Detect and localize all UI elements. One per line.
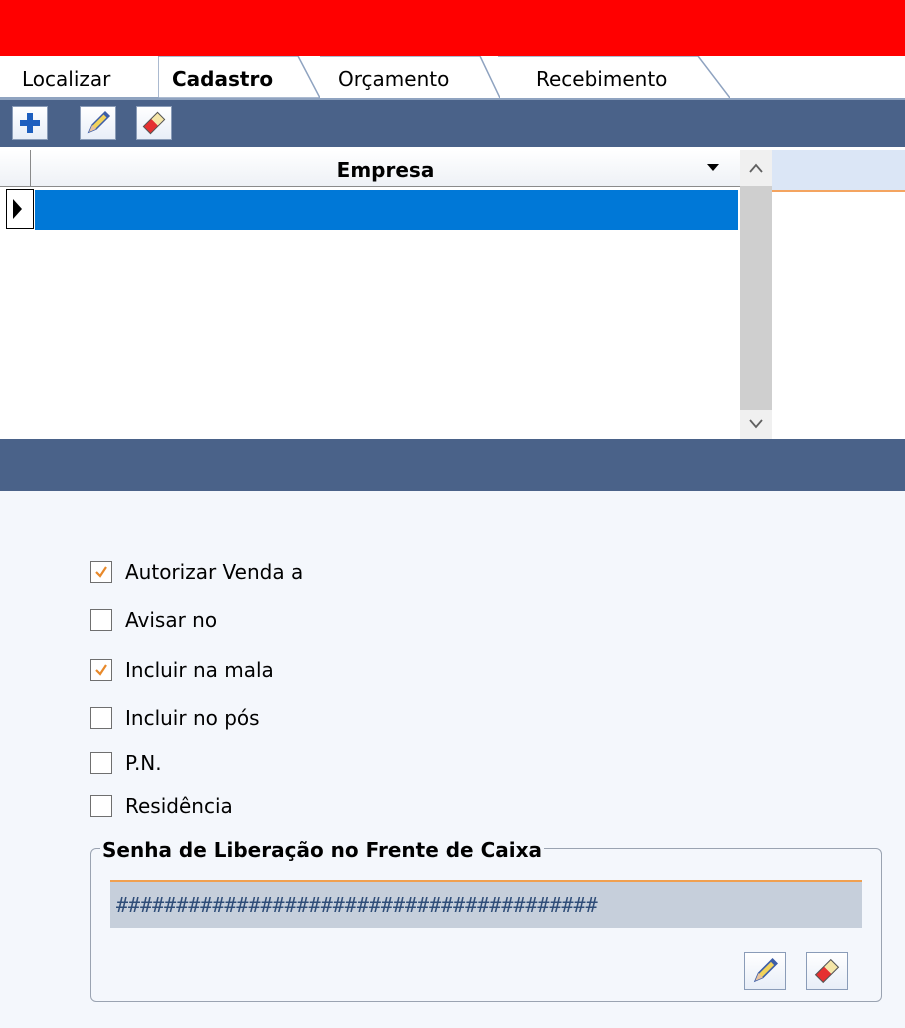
checkbox-residencia[interactable]: Residência: [90, 791, 233, 821]
pencil-icon: [753, 958, 778, 983]
table-row[interactable]: [35, 190, 738, 230]
eraser-icon: [814, 958, 840, 984]
scroll-up-button[interactable]: [740, 150, 772, 186]
checkbox-autorizar-venda[interactable]: Autorizar Venda a: [90, 557, 303, 587]
edit-button[interactable]: [80, 106, 116, 140]
scroll-down-button[interactable]: [740, 410, 772, 439]
column-dropdown-icon[interactable]: [707, 164, 719, 171]
groupbox-title: Senha de Liberação no Frente de Caixa: [100, 838, 544, 862]
tab-label: Localizar: [22, 67, 111, 91]
tab-recebimento[interactable]: Recebimento: [498, 56, 730, 98]
checkbox-avisar-no[interactable]: Avisar no: [90, 605, 217, 635]
grid-header-indicator: [0, 150, 31, 186]
chevron-down-icon: [749, 419, 763, 429]
checkbox-box[interactable]: [90, 795, 112, 817]
tab-label: Recebimento: [536, 67, 668, 91]
chevron-up-icon: [749, 163, 763, 173]
tab-label: Cadastro: [172, 67, 274, 91]
password-field[interactable]: ########################################: [110, 880, 862, 928]
checkmark-icon: [95, 664, 107, 676]
tab-localizar[interactable]: Localizar: [0, 56, 160, 98]
checkbox-label: Avisar no: [125, 608, 218, 632]
eraser-icon: [142, 111, 166, 135]
tab-label: Orçamento: [338, 67, 450, 91]
checkbox-label: P.N.: [125, 751, 162, 775]
checkmark-icon: [95, 566, 107, 578]
pencil-icon: [87, 110, 111, 134]
checkbox-pn[interactable]: P.N.: [90, 748, 162, 778]
checkbox-label: Incluir no pós: [125, 706, 260, 730]
checkbox-box[interactable]: [90, 609, 112, 631]
edit-password-button[interactable]: [744, 952, 786, 990]
section-divider-bar: [0, 439, 905, 491]
vertical-scrollbar[interactable]: [740, 150, 772, 439]
tab-cadastro[interactable]: Cadastro: [158, 56, 320, 98]
side-panel-header: [772, 150, 905, 192]
checkbox-label: Autorizar Venda a: [125, 560, 304, 584]
checkbox-box[interactable]: [90, 707, 112, 729]
column-header-empresa[interactable]: Empresa: [33, 150, 738, 186]
checkbox-box[interactable]: [90, 752, 112, 774]
plus-icon: [20, 113, 40, 133]
checkbox-incluir-mala[interactable]: Incluir na mala: [90, 655, 274, 685]
checkbox-box[interactable]: [90, 659, 112, 681]
title-bar: [0, 0, 905, 56]
checkbox-box[interactable]: [90, 561, 112, 583]
current-row-arrow-icon: [13, 199, 22, 219]
add-button[interactable]: [12, 106, 48, 140]
erase-button[interactable]: [136, 106, 172, 140]
checkbox-incluir-pos[interactable]: Incluir no pós: [90, 703, 260, 733]
tab-orcamento[interactable]: Orçamento: [320, 56, 500, 98]
checkbox-label: Residência: [125, 794, 233, 818]
clear-password-button[interactable]: [806, 952, 848, 990]
checkbox-label: Incluir na mala: [125, 658, 274, 682]
